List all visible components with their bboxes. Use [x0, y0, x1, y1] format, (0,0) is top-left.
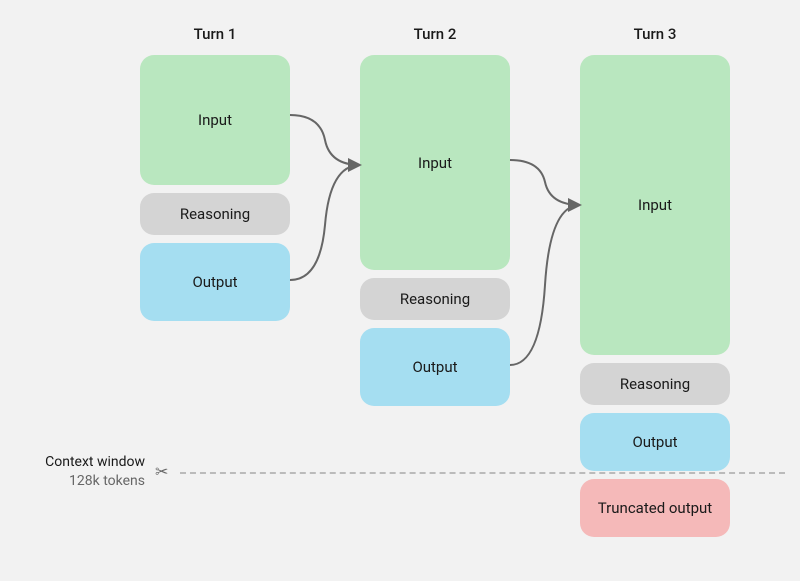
arrow-turn2-input-to-turn3 — [510, 160, 580, 210]
turn3-reasoning-block: Reasoning — [580, 363, 730, 405]
turn3-truncated-label: Truncated output — [598, 499, 712, 517]
turn2-input-label: Input — [418, 154, 452, 172]
turn3-input-label: Input — [638, 196, 672, 214]
turn2-output-block: Output — [360, 328, 510, 406]
context-window-label: Context window — [15, 454, 145, 470]
context-dashed-line — [180, 472, 785, 474]
turn3-output-label: Output — [632, 433, 677, 451]
turn1-header: Turn 1 — [140, 25, 290, 43]
scissors-icon: ✂ — [155, 462, 168, 481]
turn2-reasoning-block: Reasoning — [360, 278, 510, 320]
turn3-truncated-block: Truncated output — [580, 479, 730, 537]
turn1-output-block: Output — [140, 243, 290, 321]
turn3-output-block: Output — [580, 413, 730, 471]
turn2-header: Turn 2 — [360, 25, 510, 43]
turn1-input-block: Input — [140, 55, 290, 185]
context-tokens-label: 128k tokens — [15, 473, 145, 489]
arrow-turn2-output-to-turn3 — [510, 205, 580, 370]
turn3-header: Turn 3 — [580, 25, 730, 43]
turn2-output-label: Output — [412, 358, 457, 376]
turn2-reasoning-label: Reasoning — [400, 290, 470, 308]
turn3-reasoning-label: Reasoning — [620, 375, 690, 393]
turn1-output-label: Output — [192, 273, 237, 291]
turn2-input-block: Input — [360, 55, 510, 270]
turn1-reasoning-block: Reasoning — [140, 193, 290, 235]
turn1-input-label: Input — [198, 111, 232, 129]
arrow-turn1-output-to-turn2 — [290, 165, 360, 285]
turn1-reasoning-label: Reasoning — [180, 205, 250, 223]
turn3-input-block: Input — [580, 55, 730, 355]
